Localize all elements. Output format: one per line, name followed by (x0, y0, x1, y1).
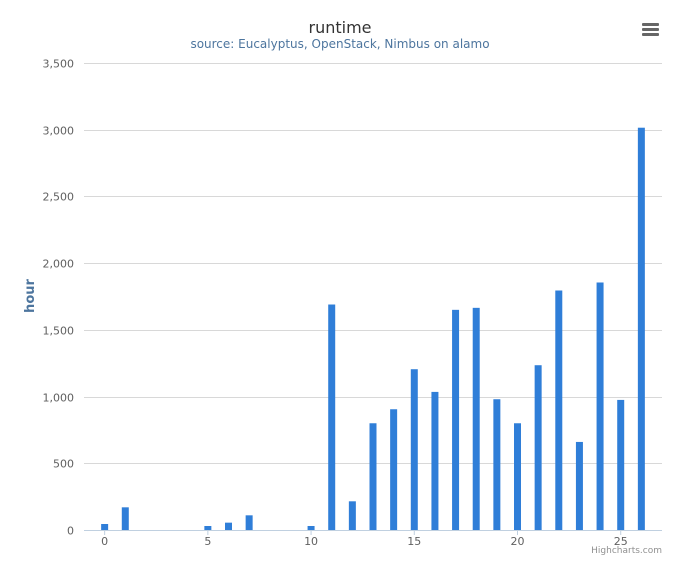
bar[interactable] (555, 290, 563, 531)
x-tick-label: 10 (304, 535, 318, 548)
y-tick-label: 3,500 (43, 58, 75, 71)
x-axis-ticks: 0 5 10 15 20 25 (101, 530, 628, 548)
bar[interactable] (472, 307, 480, 530)
bar[interactable] (617, 399, 625, 530)
y-tick-label: 1,500 (43, 325, 75, 338)
bar[interactable] (637, 127, 645, 531)
bar[interactable] (328, 304, 336, 530)
bar[interactable] (534, 365, 542, 530)
y-tick-label: 500 (53, 458, 74, 471)
x-tick-label: 15 (407, 535, 421, 548)
y-axis-label: hour (23, 278, 38, 312)
bar[interactable] (596, 282, 604, 530)
y-axis-ticks: 0 500 1,000 1,500 2,000 2,500 3,000 3,500 (43, 58, 75, 538)
bar[interactable] (121, 507, 129, 530)
y-tick-label: 0 (67, 525, 74, 538)
bar[interactable] (204, 526, 212, 530)
x-tick-label: 0 (101, 535, 108, 548)
bar-series (101, 127, 645, 531)
y-tick-label: 1,000 (43, 392, 75, 405)
bar[interactable] (101, 524, 109, 530)
bar[interactable] (390, 409, 398, 530)
bar[interactable] (575, 441, 583, 530)
chart-title: runtime (308, 18, 371, 37)
chart-container: runtime source: Eucalyptus, OpenStack, N… (0, 0, 680, 566)
bar[interactable] (452, 309, 460, 530)
bar[interactable] (431, 391, 439, 530)
x-tick-label: 5 (204, 535, 211, 548)
y-tick-label: 2,000 (43, 258, 75, 271)
bar[interactable] (307, 526, 315, 530)
y-tick-label: 2,500 (43, 191, 75, 204)
bar-chart: runtime source: Eucalyptus, OpenStack, N… (23, 17, 663, 556)
bar[interactable] (514, 423, 521, 530)
hamburger-menu-icon[interactable] (637, 17, 663, 41)
bar[interactable] (369, 423, 377, 530)
chart-subtitle: source: Eucalyptus, OpenStack, Nimbus on… (190, 37, 489, 51)
y-tick-label: 3,000 (43, 125, 75, 138)
bar[interactable] (348, 501, 356, 530)
credits-link[interactable]: Highcharts.com (591, 546, 662, 556)
x-tick-label: 20 (511, 535, 525, 548)
bar[interactable] (493, 399, 501, 530)
bar[interactable] (245, 515, 253, 530)
bar[interactable] (410, 369, 418, 530)
bar[interactable] (225, 522, 232, 530)
